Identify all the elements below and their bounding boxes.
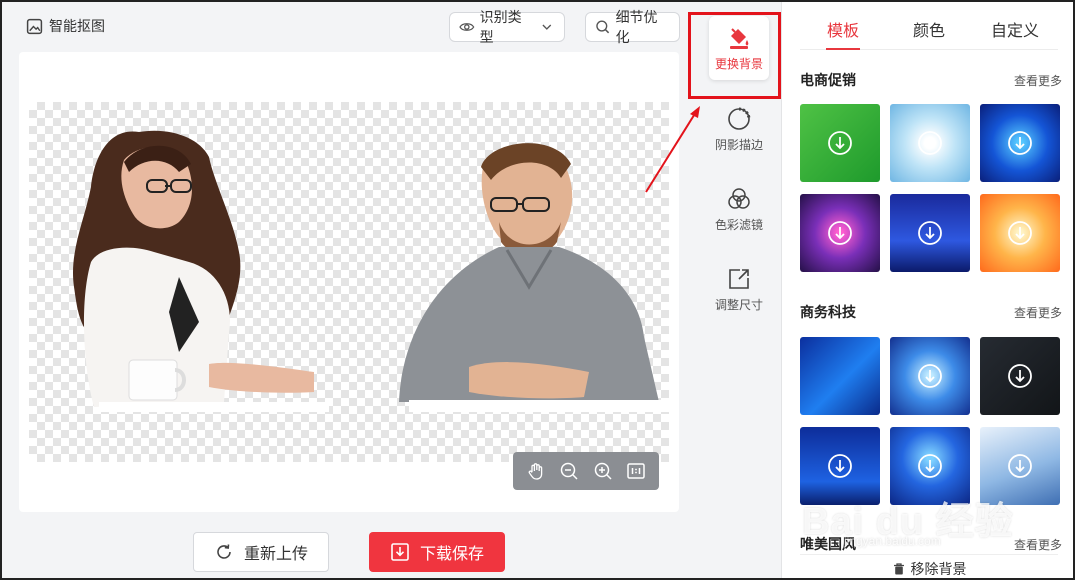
reupload-label: 重新上传 (243, 546, 308, 563)
template-thumb[interactable] (890, 104, 970, 182)
download-circle-icon (1008, 454, 1032, 478)
template-thumb[interactable] (800, 104, 880, 182)
remove-background-button[interactable]: 移除背景 (800, 554, 1058, 578)
resize-icon (729, 269, 749, 289)
woman-figure (72, 130, 329, 412)
see-more-link[interactable]: 查看更多 (1014, 304, 1062, 321)
tool-label: 调整尺寸 (714, 298, 763, 312)
download-circle-icon (918, 221, 942, 245)
section-title: 唯美国风 (800, 536, 856, 552)
zoom-controls (513, 452, 659, 490)
section-elegant-chinese: 唯美国风 查看更多 (800, 534, 1062, 554)
see-more-link[interactable]: 查看更多 (1014, 536, 1062, 553)
chevron-down-icon (542, 24, 552, 30)
download-circle-icon (918, 364, 942, 388)
see-more-link[interactable]: 查看更多 (1014, 72, 1062, 89)
background-panel: 模板 颜色 自定义 电商促销 查看更多 商务科技 查看更多 唯美国风 查看更多 … (781, 2, 1073, 578)
remove-background-label: 移除背景 (910, 560, 967, 577)
zoom-out-icon (561, 462, 578, 480)
color-filter-icon (728, 188, 750, 209)
trash-icon (893, 562, 904, 574)
reupload-button[interactable]: 重新上传 (193, 532, 329, 572)
download-circle-icon (1008, 131, 1032, 155)
download-circle-icon (918, 454, 942, 478)
detect-type-dropdown[interactable]: 识别类型 (449, 9, 565, 45)
detail-optimize-label: 细节优化 (615, 9, 658, 45)
cutout-image (72, 130, 669, 412)
tool-resize[interactable]: 调整尺寸 (699, 266, 779, 313)
template-thumb[interactable] (890, 194, 970, 272)
tab-custom[interactable]: 自定义 (972, 14, 1058, 49)
template-thumb[interactable] (890, 427, 970, 505)
hand-icon (528, 463, 542, 480)
detail-optimize-button[interactable]: 细节优化 (585, 9, 680, 45)
app-title-text: 智能抠图 (49, 18, 105, 34)
tool-shadow-outline[interactable]: 阴影描边 (699, 106, 779, 153)
download-circle-icon (828, 221, 852, 245)
download-circle-icon (918, 131, 942, 155)
app-title: 智能抠图 (26, 16, 105, 36)
download-circle-icon (828, 454, 852, 478)
download-save-label: 下载保存 (419, 546, 484, 563)
template-thumb[interactable] (980, 337, 1060, 415)
refresh-icon (217, 544, 231, 559)
download-icon (391, 543, 409, 561)
one-to-one-icon (627, 463, 645, 479)
download-save-button[interactable]: 下载保存 (369, 532, 505, 572)
eye-icon (459, 23, 475, 31)
zoom-in-icon (594, 462, 612, 480)
template-thumb[interactable] (800, 427, 880, 505)
section-title: 电商促销 (800, 72, 856, 88)
tool-column: 更换背景 阴影描边 色彩滤镜 调整尺寸 (699, 2, 779, 578)
change-background-tile: 更换背景 (709, 16, 769, 80)
pan-hand-button[interactable] (524, 459, 548, 483)
canvas-card (19, 52, 679, 512)
section-business-tech: 商务科技 查看更多 (800, 302, 1062, 322)
zoom-out-button[interactable] (557, 459, 581, 483)
man-figure (399, 143, 669, 412)
template-thumb[interactable] (890, 337, 970, 415)
shadow-circle-icon (728, 107, 751, 130)
paint-bucket-icon (730, 27, 749, 49)
template-thumb[interactable] (800, 194, 880, 272)
zoom-in-button[interactable] (591, 459, 615, 483)
tool-label: 阴影描边 (714, 138, 763, 152)
tab-color[interactable]: 颜色 (886, 14, 972, 49)
template-thumb[interactable] (800, 337, 880, 415)
download-circle-icon (828, 131, 852, 155)
tool-label: 更换背景 (714, 56, 763, 71)
tab-template[interactable]: 模板 (800, 14, 886, 50)
app-window: 智能抠图 识别类型 细节优化 重新上传 下载保存 更换背景 阴影描边 色彩滤镜 … (0, 0, 1075, 580)
download-circle-icon (1008, 364, 1032, 388)
section-title: 商务科技 (800, 304, 856, 320)
tool-change-background[interactable]: 更换背景 (699, 16, 779, 80)
canvas-toolbar: 智能抠图 识别类型 细节优化 (18, 9, 683, 45)
tool-label: 色彩滤镜 (714, 218, 763, 232)
template-thumb[interactable] (980, 104, 1060, 182)
tool-color-filter[interactable]: 色彩滤镜 (699, 186, 779, 233)
template-thumb[interactable] (980, 194, 1060, 272)
section-ecommerce: 电商促销 查看更多 (800, 70, 1062, 90)
magnifier-icon (596, 20, 610, 34)
image-icon (26, 18, 43, 34)
transparent-canvas[interactable] (29, 102, 669, 462)
actual-size-button[interactable] (624, 459, 648, 483)
panel-tabs: 模板 颜色 自定义 (800, 14, 1058, 50)
detect-type-label: 识别类型 (479, 9, 522, 45)
download-circle-icon (1008, 221, 1032, 245)
template-thumb[interactable] (980, 427, 1060, 505)
